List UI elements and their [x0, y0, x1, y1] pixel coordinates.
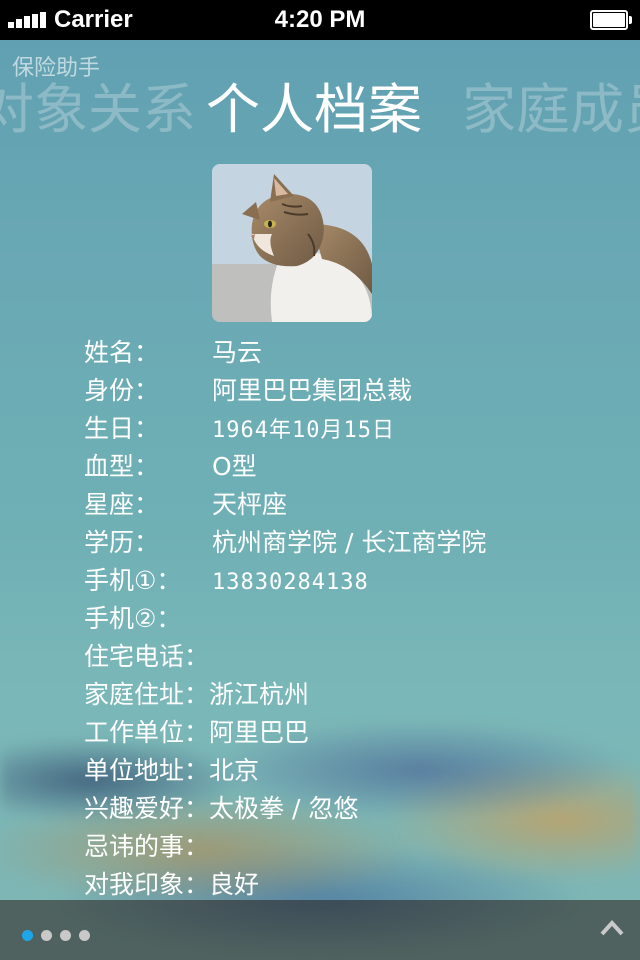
field-label: 星座：: [84, 490, 160, 519]
field-label: 住宅电话：: [84, 642, 210, 671]
field-mobile-2: 手机②：: [84, 600, 624, 638]
field-label: 兴趣爱好：: [84, 794, 210, 823]
field-label: 身份：: [84, 376, 160, 405]
field-birthday: 生日： 1964年10月15日: [84, 410, 624, 448]
field-value: 天枰座: [212, 490, 288, 519]
field-label: 工作单位：: [84, 718, 210, 747]
field-value: 杭州商学院 / 长江商学院: [212, 528, 487, 557]
page-dot[interactable]: [41, 930, 52, 941]
field-label: 对我印象：: [84, 870, 210, 899]
page-dot[interactable]: [79, 930, 90, 941]
field-value: 太极拳 / 忽悠: [209, 794, 359, 823]
field-value: 良好: [209, 870, 260, 899]
field-label: 忌讳的事：: [84, 832, 210, 861]
clock: 4:20 PM: [274, 6, 366, 33]
page-indicator[interactable]: [22, 926, 98, 941]
tab-relations[interactable]: 对象关系: [0, 76, 196, 144]
field-label: 姓名：: [84, 338, 160, 367]
field-label: 家庭住址：: [84, 680, 210, 709]
field-employer: 工作单位：阿里巴巴: [84, 714, 624, 752]
tab-profile[interactable]: 个人档案: [206, 76, 422, 144]
cat-photo: [212, 164, 372, 322]
page-dot[interactable]: [60, 930, 71, 941]
field-taboos: 忌讳的事：: [84, 828, 624, 866]
field-label: 生日：: [84, 414, 160, 443]
field-value: 浙江杭州: [209, 680, 310, 709]
chevron-up-icon[interactable]: [600, 918, 624, 940]
field-mobile-1: 手机①： 13830284138: [84, 562, 624, 600]
field-work-address: 单位地址：北京: [84, 752, 624, 790]
avatar[interactable]: [212, 164, 372, 322]
field-hobbies: 兴趣爱好：太极拳 / 忽悠: [84, 790, 624, 828]
field-home-address: 家庭住址：浙江杭州: [84, 676, 624, 714]
field-label: 单位地址：: [84, 756, 210, 785]
field-home-phone: 住宅电话：: [84, 638, 624, 676]
field-value[interactable]: 13830284138: [212, 570, 369, 595]
field-label: 手机②：: [84, 604, 182, 633]
field-education: 学历： 杭州商学院 / 长江商学院: [84, 524, 624, 562]
page-dot-active[interactable]: [22, 930, 33, 941]
field-name: 姓名： 马云: [84, 334, 624, 372]
field-value: 北京: [209, 756, 260, 785]
tab-family[interactable]: 家庭成员: [462, 76, 640, 144]
field-label: 手机①：: [84, 566, 182, 595]
status-bar: Carrier 4:20 PM: [0, 0, 640, 40]
bottom-bar: [0, 900, 640, 960]
field-label: 血型：: [84, 452, 160, 481]
field-value: 阿里巴巴集团总裁: [212, 376, 413, 405]
field-zodiac: 星座： 天枰座: [84, 486, 624, 524]
field-value: 1964年10月15日: [212, 418, 395, 443]
field-value: O型: [212, 452, 257, 481]
field-label: 学历：: [84, 528, 160, 557]
field-value: 阿里巴巴: [209, 718, 310, 747]
field-identity: 身份： 阿里巴巴集团总裁: [84, 372, 624, 410]
field-value: 马云: [212, 338, 263, 367]
field-blood-type: 血型： O型: [84, 448, 624, 486]
field-impression: 对我印象：良好: [84, 866, 624, 904]
battery-icon: [590, 10, 632, 30]
profile-details: 姓名： 马云 身份： 阿里巴巴集团总裁 生日： 1964年10月15日 血型： O型 星…: [84, 334, 624, 904]
